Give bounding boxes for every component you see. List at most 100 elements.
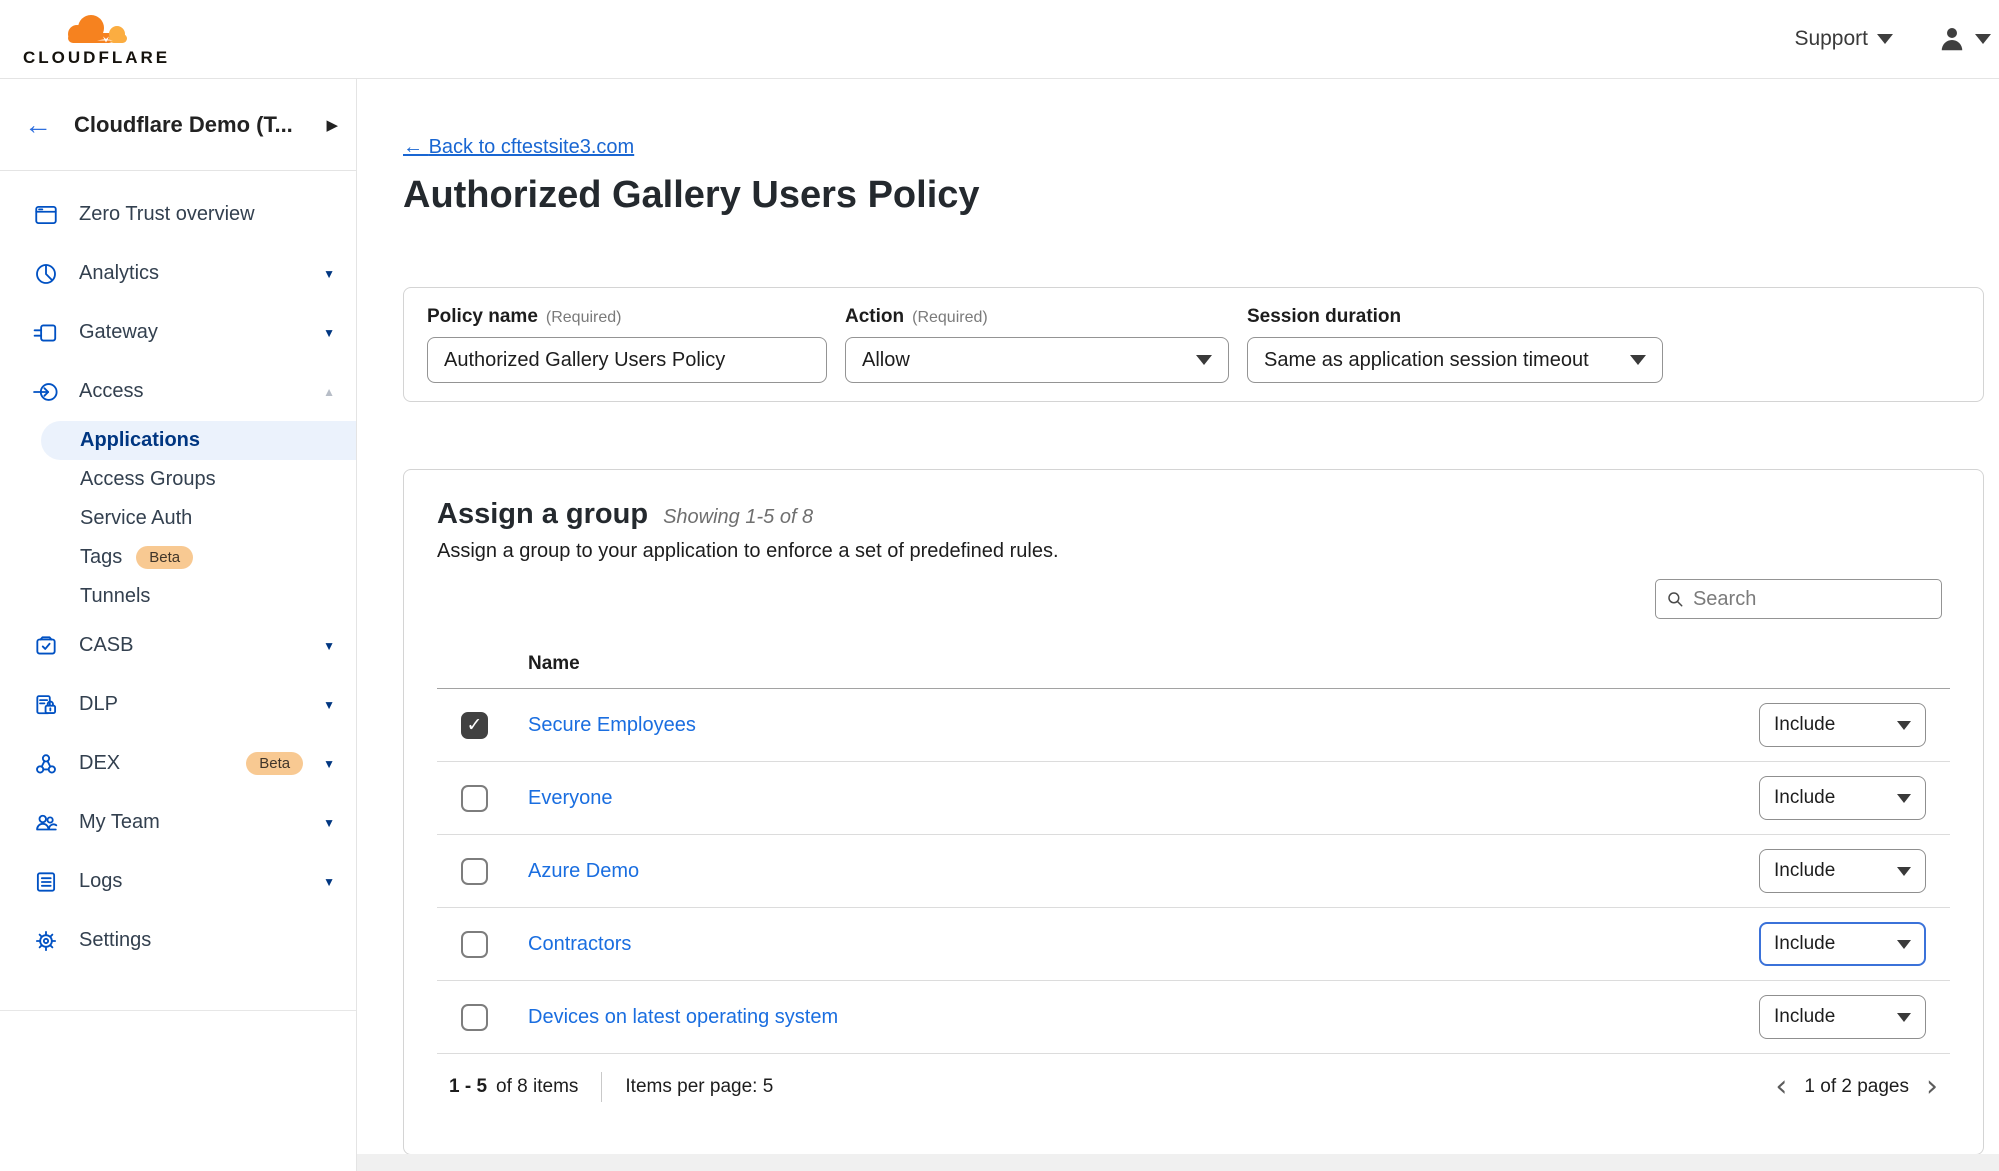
sidebar-divider [0, 1010, 356, 1011]
gateway-icon [33, 320, 59, 346]
table-row-devices-latest-os: Devices on latest operating system Inclu… [437, 981, 1950, 1054]
pagination-range: 1 - 5 [449, 1076, 487, 1098]
chevron-right-icon: ▶ [326, 116, 338, 134]
dlp-icon [33, 692, 59, 718]
chevron-down-icon: ▼ [323, 698, 342, 712]
user-icon [1937, 24, 1967, 54]
policy-form-card: Policy name (Required) Action (Required) A… [403, 287, 1984, 402]
row-checkbox[interactable] [461, 858, 488, 885]
sidebar-item-gateway[interactable]: Gateway ▼ [0, 303, 356, 362]
team-icon [33, 810, 59, 836]
sidebar-item-zero-trust-overview[interactable]: Zero Trust overview [0, 185, 356, 244]
sidebar-item-access-groups[interactable]: Access Groups [0, 460, 356, 499]
table-row-secure-employees: Secure Employees Include [437, 689, 1950, 762]
pagination-total: of 8 items [496, 1076, 578, 1098]
sidebar-item-logs[interactable]: Logs ▼ [0, 852, 356, 911]
top-bar: CLOUDFLARE Support [0, 0, 1999, 79]
group-link[interactable]: Secure Employees [528, 714, 696, 737]
showing-count: Showing 1-5 of 8 [663, 506, 813, 529]
chevron-down-icon [1897, 721, 1911, 730]
back-arrow-icon[interactable]: ← [24, 111, 52, 139]
cloudflare-wordmark: CLOUDFLARE [23, 48, 170, 68]
casb-icon [33, 633, 59, 659]
page-indicator: 1 of 2 pages [1804, 1076, 1909, 1098]
back-to-site-link[interactable]: ← Back to cftestsite3.com [403, 136, 634, 159]
user-menu[interactable] [1937, 24, 1991, 54]
policy-name-label: Policy name [427, 306, 538, 328]
required-hint: (Required) [546, 309, 622, 327]
assign-group-card: Assign a group Showing 1-5 of 8 Assign a… [403, 469, 1984, 1155]
support-label: Support [1794, 27, 1868, 51]
row-checkbox[interactable] [461, 785, 488, 812]
prev-page-icon[interactable]: ‹ [1775, 1072, 1787, 1102]
pagination-divider [601, 1072, 602, 1102]
chevron-down-icon: ▼ [323, 816, 342, 830]
include-dropdown[interactable]: Include [1759, 995, 1926, 1039]
row-checkbox[interactable] [461, 931, 488, 958]
sidebar-item-casb[interactable]: CASB ▼ [0, 616, 356, 675]
logs-icon [33, 869, 59, 895]
overview-icon [33, 202, 59, 228]
chevron-down-icon: ▼ [323, 326, 342, 340]
chevron-down-icon [1196, 355, 1212, 365]
next-page-icon[interactable]: › [1926, 1072, 1938, 1102]
include-dropdown[interactable]: Include [1759, 703, 1926, 747]
chevron-down-icon: ▼ [323, 267, 342, 281]
cloudflare-logo: CLOUDFLARE [23, 11, 170, 68]
dex-icon [33, 751, 59, 777]
include-dropdown[interactable]: Include [1759, 849, 1926, 893]
chevron-down-icon [1975, 34, 1991, 44]
sidebar-item-service-auth[interactable]: Service Auth [0, 499, 356, 538]
policy-name-input[interactable] [427, 337, 827, 383]
sidebar-item-tunnels[interactable]: Tunnels [0, 577, 356, 616]
sidebar-item-analytics[interactable]: Analytics ▼ [0, 244, 356, 303]
table-row-azure-demo: Azure Demo Include [437, 835, 1950, 908]
items-per-page[interactable]: Items per page: 5 [625, 1076, 773, 1098]
required-hint: (Required) [912, 309, 988, 327]
account-switcher[interactable]: ← Cloudflare Demo (T... ▶ [0, 79, 356, 171]
sidebar-item-my-team[interactable]: My Team ▼ [0, 793, 356, 852]
group-link[interactable]: Devices on latest operating system [528, 1006, 838, 1029]
group-link[interactable]: Contractors [528, 933, 631, 956]
chevron-down-icon [1630, 355, 1646, 365]
support-menu[interactable]: Support [1794, 27, 1893, 51]
sidebar-item-dex[interactable]: DEX Beta ▼ [0, 734, 356, 793]
chevron-up-icon: ▲ [323, 385, 342, 399]
groups-table: Name Secure Employees Include Everyone I… [437, 643, 1950, 1120]
include-dropdown[interactable]: Include [1759, 922, 1926, 966]
back-arrow-icon: ← [403, 136, 423, 158]
chevron-down-icon [1897, 867, 1911, 876]
include-dropdown[interactable]: Include [1759, 776, 1926, 820]
sidebar-item-applications[interactable]: Applications [41, 421, 356, 460]
analytics-icon [33, 261, 59, 287]
chevron-down-icon: ▼ [323, 757, 342, 771]
name-column-header: Name [437, 643, 1950, 689]
beta-badge: Beta [136, 546, 193, 569]
group-search-box[interactable] [1655, 579, 1942, 619]
pagination: 1 - 5 of 8 items Items per page: 5 ‹ 1 o… [437, 1054, 1950, 1120]
access-icon [33, 379, 59, 405]
sidebar-item-dlp[interactable]: DLP ▼ [0, 675, 356, 734]
action-select[interactable]: Allow [845, 337, 1229, 383]
account-name: Cloudflare Demo (T... [74, 112, 304, 138]
sidebar-item-tags[interactable]: Tags Beta [0, 538, 356, 577]
table-row-contractors: Contractors Include [437, 908, 1950, 981]
assign-group-heading: Assign a group [437, 496, 648, 532]
sidebar: ← Cloudflare Demo (T... ▶ Zero Trust ove… [0, 79, 357, 1171]
search-input[interactable] [1693, 588, 1931, 611]
chevron-down-icon [1877, 34, 1893, 44]
page-background-strip [357, 1154, 1999, 1171]
action-label: Action [845, 306, 904, 328]
session-duration-label: Session duration [1247, 306, 1401, 328]
beta-badge: Beta [246, 752, 303, 775]
row-checkbox[interactable] [461, 1004, 488, 1031]
session-duration-select[interactable]: Same as application session timeout [1247, 337, 1663, 383]
cloudflare-cloud-icon [53, 11, 141, 47]
chevron-down-icon: ▼ [323, 639, 342, 653]
row-checkbox[interactable] [461, 712, 488, 739]
group-link[interactable]: Azure Demo [528, 860, 639, 883]
sidebar-item-settings[interactable]: Settings [0, 911, 356, 970]
assign-group-description: Assign a group to your application to en… [437, 540, 1950, 563]
group-link[interactable]: Everyone [528, 787, 613, 810]
sidebar-item-access[interactable]: Access ▲ [0, 362, 356, 421]
